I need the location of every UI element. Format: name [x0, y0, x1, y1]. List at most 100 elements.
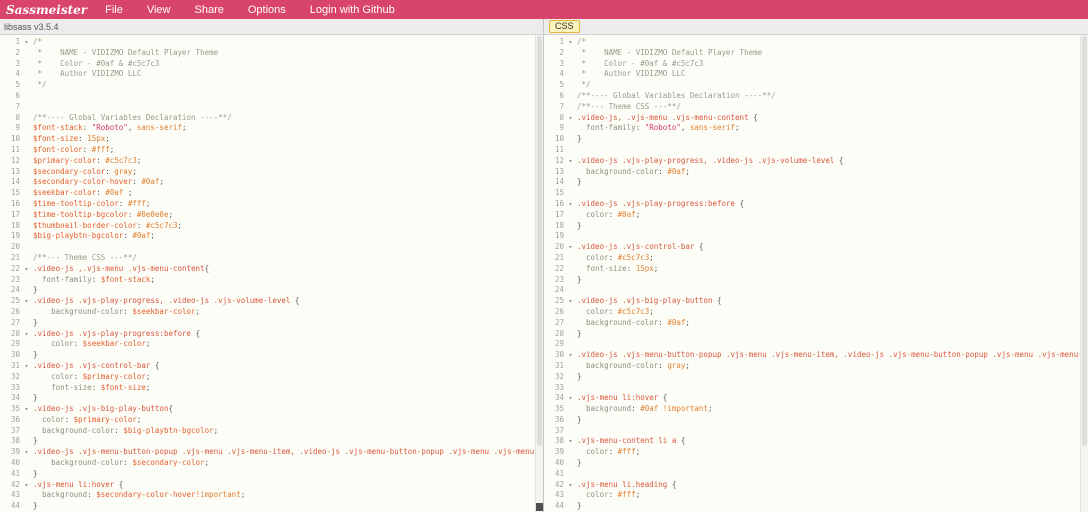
code-line[interactable]: 9$font-stack: "Roboto", sans-serif;: [0, 123, 543, 134]
code-line[interactable]: 42▾.vjs-menu li:hover {: [0, 480, 543, 491]
code-line[interactable]: 37: [544, 426, 1088, 437]
nav-item-options[interactable]: Options: [248, 4, 286, 16]
code-line[interactable]: 44}: [544, 501, 1088, 512]
fold-marker-icon[interactable]: ▾: [20, 480, 33, 491]
fold-marker-icon[interactable]: ▾: [564, 350, 577, 361]
code-line[interactable]: 41: [544, 469, 1088, 480]
code-line[interactable]: 7/**--- Theme CSS ---**/: [544, 102, 1088, 113]
fold-marker-icon[interactable]: ▾: [564, 199, 577, 210]
fold-marker-icon[interactable]: ▾: [564, 480, 577, 491]
fold-marker-icon[interactable]: ▾: [20, 329, 33, 340]
code-line[interactable]: 20: [0, 242, 543, 253]
code-line[interactable]: 16$time-tooltip-color: #fff;: [0, 199, 543, 210]
right-editor-scrollbar[interactable]: [1080, 35, 1088, 512]
code-line[interactable]: 33: [544, 383, 1088, 394]
fold-marker-icon[interactable]: ▾: [20, 264, 33, 275]
fold-marker-icon[interactable]: ▾: [564, 393, 577, 404]
code-line[interactable]: 1▾/*: [0, 37, 543, 48]
nav-item-view[interactable]: View: [147, 4, 171, 16]
code-line[interactable]: 8▾.video-js, .vjs-menu .vjs-menu-content…: [544, 113, 1088, 124]
nav-item-share[interactable]: Share: [195, 4, 224, 16]
code-line[interactable]: 36}: [544, 415, 1088, 426]
code-line[interactable]: 6/**---- Global Variables Declaration --…: [544, 91, 1088, 102]
fold-marker-icon[interactable]: ▾: [20, 37, 33, 48]
code-line[interactable]: 39 color: #fff;: [544, 447, 1088, 458]
code-line[interactable]: 3 * Color - #0af & #c5c7c3: [544, 59, 1088, 70]
code-line[interactable]: 25▾.video-js .vjs-play-progress, .video-…: [0, 296, 543, 307]
code-line[interactable]: 40}: [544, 458, 1088, 469]
code-line[interactable]: 17$time-tooltip-bgcolor: #0e0e0e;: [0, 210, 543, 221]
code-line[interactable]: 36 color: $primary-color;: [0, 415, 543, 426]
code-line[interactable]: 14}: [544, 177, 1088, 188]
code-line[interactable]: 6: [0, 91, 543, 102]
code-line[interactable]: 16▾.video-js .vjs-play-progress:before {: [544, 199, 1088, 210]
code-line[interactable]: 30▾.video-js .vjs-menu-button-popup .vjs…: [544, 350, 1088, 361]
code-line[interactable]: 42▾.vjs-menu li.heading {: [544, 480, 1088, 491]
code-line[interactable]: 8/**---- Global Variables Declaration --…: [0, 113, 543, 124]
code-line[interactable]: 11: [544, 145, 1088, 156]
code-line[interactable]: 23}: [544, 275, 1088, 286]
left-scrollbar-thumb[interactable]: [537, 36, 542, 446]
fold-marker-icon[interactable]: ▾: [564, 37, 577, 48]
code-line[interactable]: 4 * Author VIDIZMO LLC: [0, 69, 543, 80]
code-line[interactable]: 27}: [0, 318, 543, 329]
code-line[interactable]: 28▾.video-js .vjs-play-progress:before {: [0, 329, 543, 340]
code-line[interactable]: 12▾.video-js .vjs-play-progress, .video-…: [544, 156, 1088, 167]
css-output-editor[interactable]: 1▾/*2 * NAME - VIDIZMO Default Player Th…: [544, 35, 1088, 512]
code-line[interactable]: 13$secondary-color: gray;: [0, 167, 543, 178]
code-line[interactable]: 18$thumbnail-border-color: #c5c7c3;: [0, 221, 543, 232]
css-output-tab[interactable]: CSS: [549, 20, 580, 33]
code-line[interactable]: 32}: [544, 372, 1088, 383]
code-line[interactable]: 39▾.video-js .vjs-menu-button-popup .vjs…: [0, 447, 543, 458]
code-line[interactable]: 44}: [0, 501, 543, 512]
nav-item-file[interactable]: File: [105, 4, 123, 16]
sassmeister-logo[interactable]: Sassmeister: [6, 3, 87, 17]
code-line[interactable]: 5 */: [544, 80, 1088, 91]
fold-marker-icon[interactable]: ▾: [564, 296, 577, 307]
code-line[interactable]: 17 color: #0af;: [544, 210, 1088, 221]
code-line[interactable]: 43 background: $secondary-color-hover!im…: [0, 490, 543, 501]
code-line[interactable]: 10}: [544, 134, 1088, 145]
code-line[interactable]: 28}: [544, 329, 1088, 340]
fold-marker-icon[interactable]: ▾: [20, 447, 33, 458]
fold-marker-icon[interactable]: ▾: [564, 436, 577, 447]
code-line[interactable]: 31 background-color: gray;: [544, 361, 1088, 372]
code-line[interactable]: 12$primary-color: #c5c7c3;: [0, 156, 543, 167]
code-line[interactable]: 22 font-size: 15px;: [544, 264, 1088, 275]
code-line[interactable]: 4 * Author VIDIZMO LLC: [544, 69, 1088, 80]
code-line[interactable]: 14$secondary-color-hover: #0af;: [0, 177, 543, 188]
code-line[interactable]: 7: [0, 102, 543, 113]
code-line[interactable]: 19$big-playbtn-bgcolor: #0af;: [0, 231, 543, 242]
code-line[interactable]: 21/**--- Theme CSS ---**/: [0, 253, 543, 264]
code-line[interactable]: 26 background-color: $seekbar-color;: [0, 307, 543, 318]
fold-marker-icon[interactable]: ▾: [564, 156, 577, 167]
code-line[interactable]: 15$seekbar-color: #0af ;: [0, 188, 543, 199]
code-line[interactable]: 30}: [0, 350, 543, 361]
fold-marker-icon[interactable]: ▾: [20, 404, 33, 415]
scss-editor[interactable]: 1▾/*2 * NAME - VIDIZMO Default Player Th…: [0, 35, 543, 512]
code-line[interactable]: 33 font-size: $font-size;: [0, 383, 543, 394]
code-line[interactable]: 37 background-color: $big-playbtn-bgcolo…: [0, 426, 543, 437]
code-line[interactable]: 2 * NAME - VIDIZMO Default Player Theme: [0, 48, 543, 59]
code-line[interactable]: 32 color: $primary-color;: [0, 372, 543, 383]
code-line[interactable]: 22▾.video-js ,.vjs-menu .vjs-menu-conten…: [0, 264, 543, 275]
code-line[interactable]: 34}: [0, 393, 543, 404]
code-line[interactable]: 26 color: #c5c7c3;: [544, 307, 1088, 318]
code-line[interactable]: 23 font-family: $font-stack;: [0, 275, 543, 286]
code-line[interactable]: 34▾.vjs-menu li:hover {: [544, 393, 1088, 404]
right-scrollbar-thumb[interactable]: [1082, 36, 1087, 446]
code-line[interactable]: 15: [544, 188, 1088, 199]
code-line[interactable]: 2 * NAME - VIDIZMO Default Player Theme: [544, 48, 1088, 59]
code-line[interactable]: 24}: [0, 285, 543, 296]
scss-editor-pane[interactable]: 1▾/*2 * NAME - VIDIZMO Default Player Th…: [0, 35, 544, 512]
code-line[interactable]: 18}: [544, 221, 1088, 232]
code-line[interactable]: 27 background-color: #0af;: [544, 318, 1088, 329]
code-line[interactable]: 29: [544, 339, 1088, 350]
code-line[interactable]: 41}: [0, 469, 543, 480]
nav-item-login-with-github[interactable]: Login with Github: [310, 4, 395, 16]
left-editor-scrollbar[interactable]: [535, 35, 543, 512]
code-line[interactable]: 10$font-size: 15px;: [0, 134, 543, 145]
code-line[interactable]: 3 * Color - #0af & #c5c7c3: [0, 59, 543, 70]
code-line[interactable]: 21 color: #c5c7c3;: [544, 253, 1088, 264]
code-line[interactable]: 19: [544, 231, 1088, 242]
